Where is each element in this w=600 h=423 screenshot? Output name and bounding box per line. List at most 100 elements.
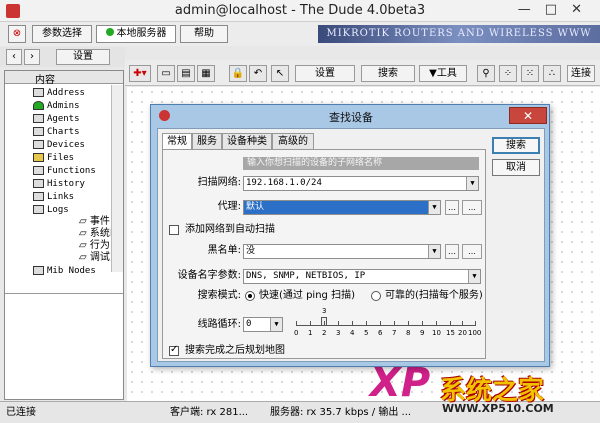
tree-lower-panel: [5, 293, 123, 399]
black-list-more-button[interactable]: ...: [462, 244, 482, 259]
log-icon: ▱: [79, 216, 90, 227]
zoom-fit-icon[interactable]: ⁙: [521, 65, 539, 82]
table-icon: [33, 114, 44, 123]
window-title: admin@localhost - The Dude 4.0beta3: [174, 3, 426, 18]
tools-dropdown[interactable]: ▼工具: [419, 65, 467, 82]
undo-icon[interactable]: ↶: [249, 65, 267, 82]
map-settings-button[interactable]: 设置: [295, 65, 355, 82]
dialog-body: 常规 服务 设备种类 高级的 输入你想扫描的设备的子网络名称 扫描网络: 192…: [157, 128, 545, 362]
tree-item-log-action[interactable]: ▱ 行为: [79, 240, 110, 252]
tab-general[interactable]: 常规: [162, 133, 192, 150]
table-icon: [33, 179, 44, 188]
pointer-icon[interactable]: ↖: [271, 65, 289, 82]
chevron-down-icon[interactable]: ▼: [428, 245, 440, 258]
add-auto-scan-checkbox[interactable]: [169, 225, 179, 235]
tree-item-address[interactable]: Address: [33, 87, 85, 99]
chevron-down-icon[interactable]: ▼: [428, 201, 440, 214]
disconnect-icon[interactable]: ⊗: [8, 25, 26, 43]
table-icon: [33, 205, 44, 214]
mode-fast-label: 快速(通过 ping 扫描): [259, 290, 355, 301]
chevron-down-icon[interactable]: ▼: [270, 318, 282, 331]
log-icon: ▱: [79, 252, 90, 263]
discover-start-button[interactable]: 搜索: [492, 137, 540, 154]
maximize-icon[interactable]: □: [545, 2, 571, 17]
chevron-down-icon[interactable]: ▼: [466, 177, 478, 190]
table-icon: [33, 266, 44, 275]
table-icon: [33, 140, 44, 149]
general-panel: 输入你想扫描的设备的子网络名称 扫描网络: 192.168.1.0/24 ▼ 代理…: [162, 149, 486, 359]
agent-label: 代理:: [217, 201, 241, 212]
local-server-button[interactable]: 本地服务器: [96, 25, 176, 43]
tree-item-links[interactable]: Links: [33, 191, 74, 203]
black-list-select[interactable]: 没 ▼: [243, 244, 441, 259]
black-list-browse-button[interactable]: …: [445, 244, 459, 259]
agent-more-button[interactable]: ...: [462, 200, 482, 215]
mode-reliable-label: 可靠的(扫描每个服务): [385, 290, 483, 301]
hops-slider[interactable]: 3 0 1 2 3 4 5 6 7 8 9 10 15 20 100: [294, 307, 481, 337]
forward-icon[interactable]: ›: [24, 49, 40, 65]
window-titlebar: admin@localhost - The Dude 4.0beta3 —□✕: [0, 0, 600, 22]
discover-mode-label: 搜索模式:: [197, 290, 241, 301]
table-icon: [33, 88, 44, 97]
scan-network-label: 扫描网络:: [197, 177, 241, 188]
zoom-out-icon[interactable]: ∴: [543, 65, 561, 82]
left-settings-button[interactable]: 设置: [56, 49, 110, 65]
chevron-down-icon[interactable]: ▼: [468, 270, 480, 283]
paste-icon[interactable]: ▦: [197, 65, 215, 82]
hops-slider-thumb-label: 3: [322, 307, 327, 315]
tree-item-admins[interactable]: Admins: [33, 100, 80, 112]
remove-icon[interactable]: ▭: [157, 65, 175, 82]
mikrotik-banner: MIKROTIK ROUTERS AND WIRELESS WWW: [318, 25, 600, 43]
logo-url: WWW.XP510.COM: [442, 402, 554, 415]
local-server-label: 本地服务器: [116, 28, 167, 39]
add-auto-scan-label: 添加网络到自动扫描: [185, 224, 275, 235]
window-controls[interactable]: —□✕: [518, 2, 596, 17]
zoom-in-icon[interactable]: ⁘: [499, 65, 517, 82]
lock-icon[interactable]: 🔒: [229, 65, 247, 82]
close-icon[interactable]: ✕: [571, 2, 596, 17]
help-button[interactable]: 帮助: [180, 25, 228, 43]
layout-button[interactable]: 连接: [567, 65, 595, 82]
tree-item-files[interactable]: Files: [33, 152, 74, 164]
add-icon[interactable]: ✚▾: [129, 65, 151, 82]
left-toolbar: ‹ › 设置: [0, 47, 125, 67]
binoculars-icon[interactable]: ⚲: [477, 65, 495, 82]
copy-icon[interactable]: ▤: [177, 65, 195, 82]
tree-item-agents[interactable]: Agents: [33, 113, 80, 125]
preferences-button[interactable]: 参数选择: [32, 25, 92, 43]
tab-services[interactable]: 服务: [192, 133, 222, 149]
contents-header: 内容: [5, 71, 123, 86]
back-icon[interactable]: ‹: [6, 49, 22, 65]
table-icon: [33, 127, 44, 136]
discover-button[interactable]: 搜索: [361, 65, 415, 82]
cancel-button[interactable]: 取消: [492, 159, 540, 176]
layout-after-discovery-checkbox[interactable]: [169, 344, 179, 356]
agent-select[interactable]: 默认 ▼: [243, 200, 441, 215]
tree-item-log-debug[interactable]: ▱ 调试]: [79, 252, 114, 264]
mode-fast-radio[interactable]: [245, 291, 255, 301]
hops-select[interactable]: 0 ▼: [243, 317, 283, 332]
device-name-pref-select[interactable]: DNS, SNMP, NETBIOS, IP ▼: [243, 269, 481, 284]
tab-advanced[interactable]: 高级的: [272, 133, 314, 149]
map-toolbar: ✚▾ ▭ ▤ ▦ 🔒 ↶ ↖ 设置 搜索 ▼工具 ⚲ ⁘ ⁙ ∴ 连接: [125, 60, 600, 86]
tree-item-devices[interactable]: Devices: [33, 139, 85, 151]
tree-item-charts[interactable]: Charts: [33, 126, 80, 138]
log-icon: ▱: [79, 228, 90, 239]
tree-item-history[interactable]: History: [33, 178, 85, 190]
dialog-close-icon[interactable]: ✕: [509, 107, 547, 124]
minimize-icon[interactable]: —: [518, 2, 545, 17]
tree-item-functions[interactable]: Functions: [33, 165, 96, 177]
tree-item-log-events[interactable]: ▱ 事件: [79, 216, 110, 228]
hops-label: 线路循环:: [197, 319, 241, 330]
tree-item-logs[interactable]: Logs: [33, 204, 69, 216]
scan-hint: 输入你想扫描的设备的子网络名称: [243, 157, 479, 170]
tree-item-mib-nodes[interactable]: Mib Nodes: [33, 265, 96, 277]
user-icon: [33, 101, 44, 110]
dialog-titlebar[interactable]: 查找设备 ✕: [151, 105, 551, 127]
device-name-pref-label: 设备名字参数:: [177, 270, 241, 281]
scan-network-input[interactable]: 192.168.1.0/24 ▼: [243, 176, 479, 191]
tree-scrollbar[interactable]: [111, 85, 123, 272]
agent-browse-button[interactable]: …: [445, 200, 459, 215]
mode-reliable-radio[interactable]: [371, 291, 381, 301]
tab-device-types[interactable]: 设备种类: [222, 133, 272, 149]
